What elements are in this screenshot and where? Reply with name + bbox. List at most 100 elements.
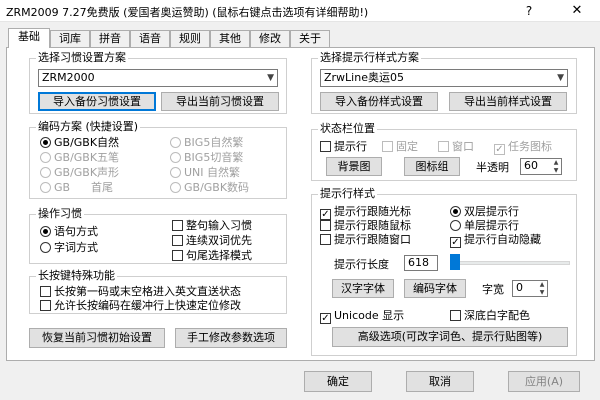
- tab-panel-basic: 选择习惯设置方案 ZRM2000 ▼ 导入备份习惯设置 导出当前习惯设置 编码方…: [6, 47, 595, 361]
- encoding-option[interactable]: BIG5自然繁: [170, 136, 243, 149]
- dark-background-checkbox[interactable]: 深底白字配色: [450, 309, 530, 322]
- tab-pinyin[interactable]: 拼音: [90, 30, 130, 47]
- double-layer-radio[interactable]: 双层提示行: [450, 205, 519, 218]
- sentence-end-checkbox[interactable]: 句尾选择模式: [172, 249, 252, 262]
- tab-other[interactable]: 其他: [210, 30, 250, 47]
- prompt-scheme-value: ZrwLine奥运05: [324, 71, 404, 84]
- tab-basic[interactable]: 基础: [8, 28, 50, 48]
- code-font-button[interactable]: 编码字体: [404, 279, 466, 298]
- statusbar-fixed-checkbox[interactable]: 固定: [382, 140, 418, 153]
- encoding-option-label: BIG5自然繁: [184, 136, 244, 149]
- manual-edit-button[interactable]: 手工修改参数选项: [175, 328, 287, 348]
- word-mode-radio[interactable]: 字词方式: [40, 241, 98, 254]
- export-style-button[interactable]: 导出当前样式设置: [449, 92, 567, 111]
- long-press-group: 长按键特殊功能 长按第一码或末空格进入英文直送状态 允许长按编码在缓冲行上快速定…: [29, 269, 287, 314]
- checkbox-label: 任务图标: [508, 140, 552, 153]
- close-icon[interactable]: ✕: [568, 2, 586, 20]
- apply-button[interactable]: 应用(A): [508, 371, 580, 392]
- checkbox-label: 提示行跟随光标: [334, 205, 411, 218]
- checkbox-label: Unicode 显示: [334, 309, 405, 322]
- radio-icon: [170, 137, 181, 148]
- statusbar-tray-checkbox[interactable]: ✓ 任务图标: [494, 140, 552, 155]
- ok-button[interactable]: 确定: [304, 371, 372, 392]
- follow-mouse-checkbox[interactable]: 提示行跟随鼠标: [320, 219, 411, 232]
- radio-icon: [170, 182, 181, 193]
- encoding-option-label: GB/GBK数码: [184, 181, 250, 194]
- radio-label: 单层提示行: [464, 219, 519, 232]
- checkbox-icon: [172, 235, 183, 246]
- statusbar-window-checkbox[interactable]: 窗口: [438, 140, 474, 153]
- radio-icon: [40, 242, 51, 253]
- spinner-arrows-icon: ▲ ▼: [539, 281, 545, 296]
- import-style-button[interactable]: 导入备份样式设置: [320, 92, 438, 111]
- import-habit-button[interactable]: 导入备份习惯设置: [38, 92, 156, 111]
- export-habit-button[interactable]: 导出当前习惯设置: [161, 92, 279, 111]
- title-bar: ZRM2009 7.27免费版 (爱国者奥运赞助) (鼠标右键点击选项有详细帮助…: [0, 0, 600, 22]
- encoding-option[interactable]: GB/GBK声形: [40, 166, 119, 179]
- encoding-option[interactable]: GB 首尾: [40, 181, 113, 194]
- encoding-option[interactable]: UNI 自然繁: [170, 166, 240, 179]
- sentence-mode-radio[interactable]: 语句方式: [40, 225, 98, 238]
- whole-sentence-checkbox[interactable]: 整句输入习惯: [172, 219, 252, 232]
- tab-strip: 基础 词库 拼音 语音 规则 其他 修改 关于: [6, 28, 596, 48]
- tab-dictionary[interactable]: 词库: [50, 30, 90, 47]
- prompt-length-slider[interactable]: [450, 261, 570, 265]
- english-direct-checkbox[interactable]: 长按第一码或末空格进入英文直送状态: [40, 285, 241, 298]
- encoding-option[interactable]: GB/GBK数码: [170, 181, 249, 194]
- encoding-option[interactable]: GB/GBK自然: [40, 136, 119, 149]
- radio-icon: [170, 167, 181, 178]
- advanced-options-button[interactable]: 高级选项(可改字词色、提示行贴图等): [332, 327, 568, 347]
- radio-icon: [40, 182, 51, 193]
- char-width-label: 字宽: [482, 283, 504, 296]
- encoding-option[interactable]: GB/GBK五笔: [40, 151, 119, 164]
- checkbox-icon: [172, 250, 183, 261]
- checkbox-icon: [40, 286, 51, 297]
- checkbox-icon: ✓: [494, 144, 505, 155]
- encoding-scheme-label: 编码方案 (快捷设置): [36, 120, 141, 134]
- encoding-option[interactable]: BIG5切音繁: [170, 151, 243, 164]
- background-image-button[interactable]: 背景图: [326, 157, 382, 176]
- prompt-scheme-combo[interactable]: ZrwLine奥运05 ▼: [320, 69, 568, 87]
- tab-about[interactable]: 关于: [290, 30, 330, 47]
- help-icon[interactable]: ?: [520, 2, 538, 20]
- cancel-button[interactable]: 取消: [406, 371, 474, 392]
- tab-voice[interactable]: 语音: [130, 30, 170, 47]
- statusbar-prompt-checkbox[interactable]: 提示行: [320, 140, 367, 153]
- prompt-length-field[interactable]: 618: [404, 255, 438, 271]
- encoding-option-label: UNI 自然繁: [184, 166, 241, 179]
- checkbox-label: 允许长按编码在缓冲行上快速定位修改: [54, 299, 241, 312]
- checkbox-icon: [320, 234, 331, 245]
- char-width-value: 0: [516, 281, 523, 294]
- follow-window-checkbox[interactable]: 提示行跟随窗口: [320, 233, 411, 246]
- quick-locate-checkbox[interactable]: 允许长按编码在缓冲行上快速定位修改: [40, 299, 241, 312]
- slider-thumb[interactable]: [450, 254, 460, 270]
- unicode-display-checkbox[interactable]: ✓ Unicode 显示: [320, 309, 404, 324]
- hanzi-font-button[interactable]: 汉字字体: [332, 279, 394, 298]
- statusbar-label: 状态栏位置: [318, 122, 377, 136]
- checkbox-label: 连续双词优先: [186, 234, 252, 247]
- char-width-spinner[interactable]: 0 ▲ ▼: [512, 280, 548, 297]
- prompt-scheme-group: 选择提示行样式方案 ZrwLine奥运05 ▼ 导入备份样式设置 导出当前样式设…: [311, 51, 577, 114]
- radio-icon: [170, 152, 181, 163]
- tab-modify[interactable]: 修改: [250, 30, 290, 47]
- prompt-length-value: 618: [408, 256, 429, 269]
- checkbox-label: 提示行自动隐藏: [464, 233, 541, 246]
- auto-hide-checkbox[interactable]: ✓ 提示行自动隐藏: [450, 233, 541, 248]
- radio-icon: [40, 152, 51, 163]
- checkbox-icon: [450, 310, 461, 321]
- habit-scheme-combo[interactable]: ZRM2000 ▼: [38, 69, 278, 87]
- habit-scheme-group: 选择习惯设置方案 ZRM2000 ▼ 导入备份习惯设置 导出当前习惯设置: [29, 51, 287, 114]
- encoding-option-label: BIG5切音繁: [184, 151, 244, 164]
- operation-habit-label: 操作习惯: [36, 207, 84, 221]
- single-layer-radio[interactable]: 单层提示行: [450, 219, 519, 232]
- statusbar-group: 状态栏位置 提示行 固定 窗口 ✓ 任务图标 背景图 图标组 半透明 60 ▲ ▼: [311, 122, 577, 181]
- icon-group-button[interactable]: 图标组: [404, 157, 460, 176]
- checkbox-label: 提示行: [334, 140, 367, 153]
- encoding-scheme-group: 编码方案 (快捷设置) GB/GBK自然 BIG5自然繁 GB/GBK五笔 BI…: [29, 120, 287, 199]
- transparency-spinner[interactable]: 60 ▲ ▼: [520, 158, 562, 175]
- follow-cursor-checkbox[interactable]: ✓ 提示行跟随光标: [320, 205, 411, 220]
- restore-defaults-button[interactable]: 恢复当前习惯初始设置: [29, 328, 165, 348]
- double-word-checkbox[interactable]: 连续双词优先: [172, 234, 252, 247]
- radio-label: 语句方式: [54, 225, 98, 238]
- tab-rules[interactable]: 规则: [170, 30, 210, 47]
